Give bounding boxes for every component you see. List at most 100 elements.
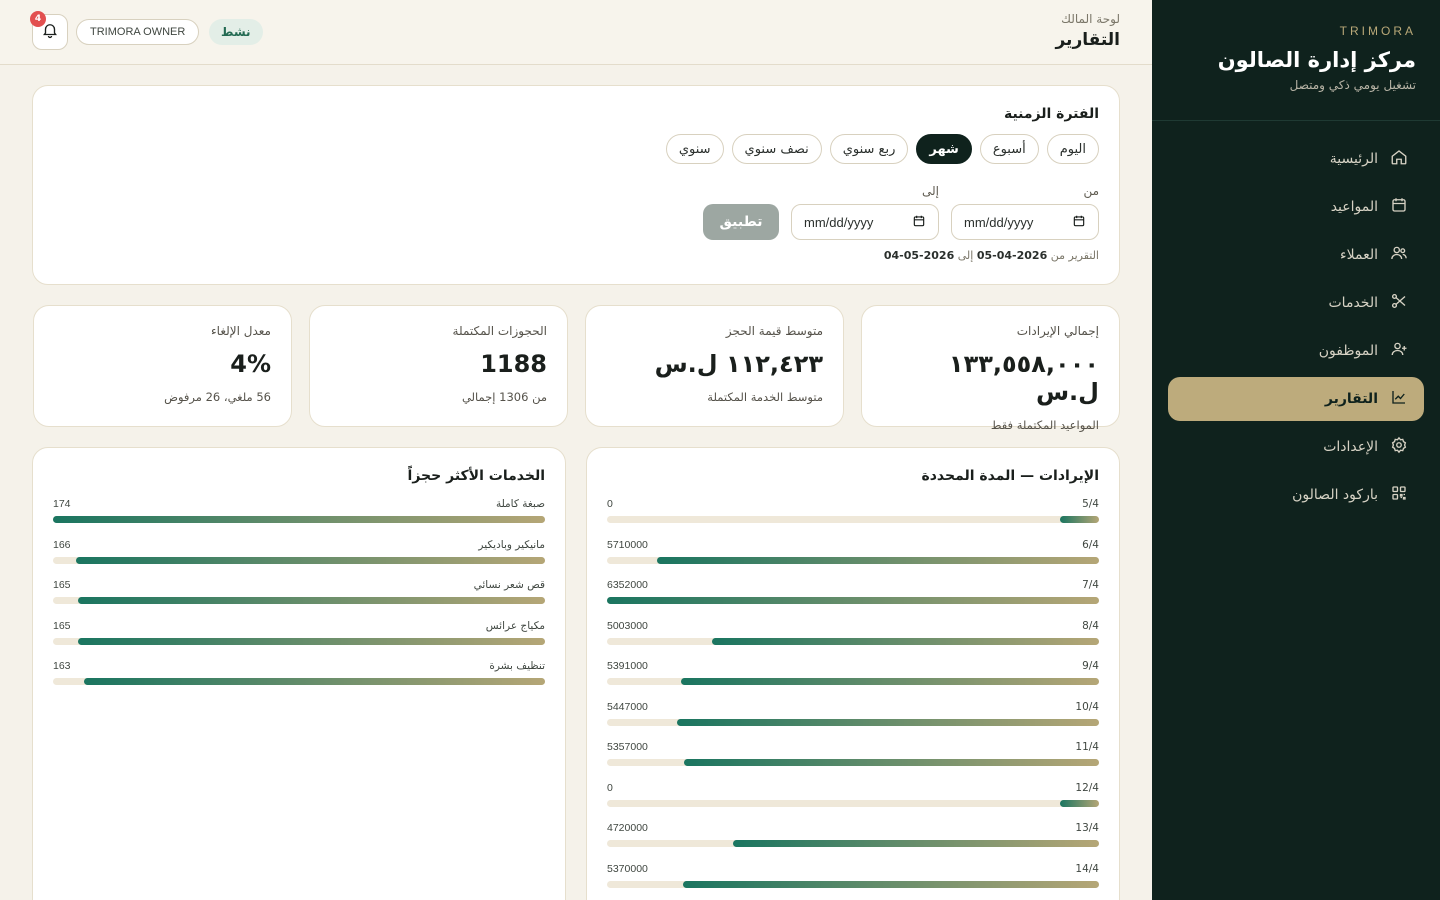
revenue-bar-value: 5370000 (607, 862, 648, 875)
bar-header: مانيكير وباديكير 166 (53, 539, 545, 551)
service-bar-track (53, 516, 545, 523)
service-bar-fill (78, 637, 545, 645)
sidebar-item-settings[interactable]: الإعدادات (1168, 425, 1424, 469)
revenue-bar-fill (711, 637, 1099, 645)
service-bar-value: 163 (53, 660, 71, 672)
revenue-chart-card: الإيرادات — المدة المحددة 5/4 0 6/4 5710000… (586, 447, 1120, 900)
notification-count-badge: 4 (30, 11, 46, 27)
calendar-icon (1390, 196, 1408, 218)
sidebar-item-staff[interactable]: الموظفون (1168, 329, 1424, 373)
period-title: الفترة الزمنية (1003, 106, 1099, 122)
date-range-row: من mm/dd/yyyy إلى mm/dd/yyyy تطبيق (703, 184, 1099, 240)
service-bar-row: صبغة كاملة 174 (53, 498, 545, 539)
revenue-bar-label: 13/4 (1075, 822, 1099, 834)
bar-header: صبغة كاملة 174 (53, 498, 545, 510)
revenue-bar-row: 12/4 0 (607, 782, 1099, 823)
revenue-bar-track (607, 880, 1099, 888)
bar-header: مكياج عرائس 165 (53, 620, 545, 632)
service-bar-track (53, 556, 545, 564)
apply-button[interactable]: تطبيق (703, 204, 779, 240)
chip-today[interactable]: اليوم (1046, 134, 1099, 164)
kpi-label: الحجوزات المكتملة (452, 324, 547, 338)
from-label: من (1083, 184, 1099, 198)
sidebar-item-services[interactable]: الخدمات (1168, 281, 1424, 325)
range-note-from: 2026-04-05 (976, 249, 1048, 262)
kpi-label: معدل الإلغاء (211, 324, 271, 338)
bar-header: 13/4 4720000 (607, 822, 1099, 834)
revenue-bar-fill (1059, 516, 1099, 523)
sidebar-item-label: الموظفون (1318, 343, 1378, 359)
to-date-field[interactable]: mm/dd/yyyy (791, 204, 939, 240)
kpi-sub: متوسط الخدمة المكتملة (707, 390, 823, 404)
revenue-bar-row: 13/4 4720000 (607, 822, 1099, 863)
status-badge: نشط (209, 19, 263, 45)
revenue-bar-value: 5447000 (607, 700, 648, 713)
owner-pill[interactable]: TRIMORA OWNER (76, 19, 200, 45)
kpi-label: متوسط قيمة الحجز (725, 324, 823, 338)
kpi-value: ١١٢,٤٢٣ ل.س (654, 350, 823, 378)
service-bar-row: تنظيف بشرة 163 (53, 660, 545, 701)
kpi-sub: المواعيد المكتملة فقط (990, 418, 1099, 432)
chip-month[interactable]: شهر (916, 134, 972, 164)
range-note-to: 2026-05-04 (883, 249, 955, 262)
range-note-prefix: التقرير من (1050, 249, 1099, 262)
revenue-bar-fill (1059, 799, 1099, 807)
bar-header: قص شعر نسائي 165 (53, 579, 545, 591)
revenue-bar-track (607, 556, 1099, 564)
service-bar-value: 166 (53, 538, 71, 551)
kpi-cancel-rate: معدل الإلغاء 4% 56 ملغي، 26 مرفوض (33, 305, 292, 427)
revenue-bar-track (607, 597, 1099, 604)
to-group: إلى mm/dd/yyyy (791, 184, 939, 240)
chip-year[interactable]: سنوي (665, 134, 724, 164)
users-icon (1390, 244, 1408, 266)
service-bar-fill (78, 597, 545, 604)
service-bar-label: مانيكير وباديكير (478, 538, 545, 551)
sidebar-item-label: باركود الصالون (1292, 487, 1378, 503)
service-bar-fill (84, 678, 545, 685)
revenue-bar-label: 14/4 (1075, 862, 1099, 875)
service-bar-track (53, 597, 545, 604)
revenue-bar-label: 9/4 (1082, 660, 1099, 672)
service-bar-label: تنظيف بشرة (489, 660, 545, 672)
sidebar-item-appointments[interactable]: المواعيد (1168, 185, 1424, 229)
range-note: التقرير من 2026-04-05 إلى 2026-05-04 (884, 249, 1099, 262)
revenue-bar-track (607, 759, 1099, 766)
page-title: التقارير (1055, 30, 1120, 50)
sidebar-item-reports[interactable]: التقارير (1168, 377, 1424, 421)
sidebar-nav: الرئيسية المواعيد العملاء الخدمات الموظف… (1152, 121, 1440, 537)
to-label: إلى (922, 184, 939, 198)
kpi-avg-booking: متوسط قيمة الحجز ١١٢,٤٢٣ ل.س متوسط الخدم… (585, 305, 844, 427)
sidebar-item-label: الإعدادات (1323, 439, 1378, 455)
chip-half-year[interactable]: نصف سنوي (731, 134, 822, 164)
calendar-icon (912, 214, 926, 231)
service-bar-fill (53, 516, 545, 523)
bar-header: 6/4 5710000 (607, 539, 1099, 551)
chip-week[interactable]: أسبوع (979, 134, 1039, 164)
brand-block: TRIMORA مركز إدارة الصالون تشغيل يومي ذك… (1152, 0, 1440, 121)
service-bar-label: مكياج عرائس (485, 619, 545, 632)
revenue-bar-value: 5391000 (607, 660, 648, 672)
revenue-bar-fill (681, 678, 1099, 685)
revenue-bar-value: 4720000 (607, 822, 648, 834)
bar-header: 14/4 5370000 (607, 863, 1099, 875)
revenue-bar-fill (733, 840, 1099, 847)
sidebar-item-home[interactable]: الرئيسية (1168, 137, 1424, 181)
revenue-bar-value: 0 (607, 781, 613, 794)
notifications-button[interactable]: 4 (30, 11, 68, 50)
service-bar-row: قص شعر نسائي 165 (53, 579, 545, 620)
kpi-sub: 56 ملغي، 26 مرفوض (164, 390, 271, 404)
sidebar-item-barcode[interactable]: باركود الصالون (1168, 473, 1424, 517)
gear-icon (1390, 436, 1408, 458)
revenue-bar-fill (684, 759, 1099, 766)
sidebar-item-clients[interactable]: العملاء (1168, 233, 1424, 277)
revenue-bar-row: 10/4 5447000 (607, 701, 1099, 742)
service-bar-track (53, 678, 545, 685)
revenue-bar-row: 7/4 6352000 (607, 579, 1099, 620)
from-date-field[interactable]: mm/dd/yyyy (951, 204, 1099, 240)
bar-header: 11/4 5357000 (607, 741, 1099, 753)
revenue-bar-track (607, 637, 1099, 645)
chip-quarter[interactable]: ربع سنوي (829, 134, 909, 164)
chart-icon (1390, 388, 1408, 410)
sidebar-item-label: المواعيد (1330, 199, 1378, 215)
revenue-bar-row: 6/4 5710000 (607, 539, 1099, 580)
